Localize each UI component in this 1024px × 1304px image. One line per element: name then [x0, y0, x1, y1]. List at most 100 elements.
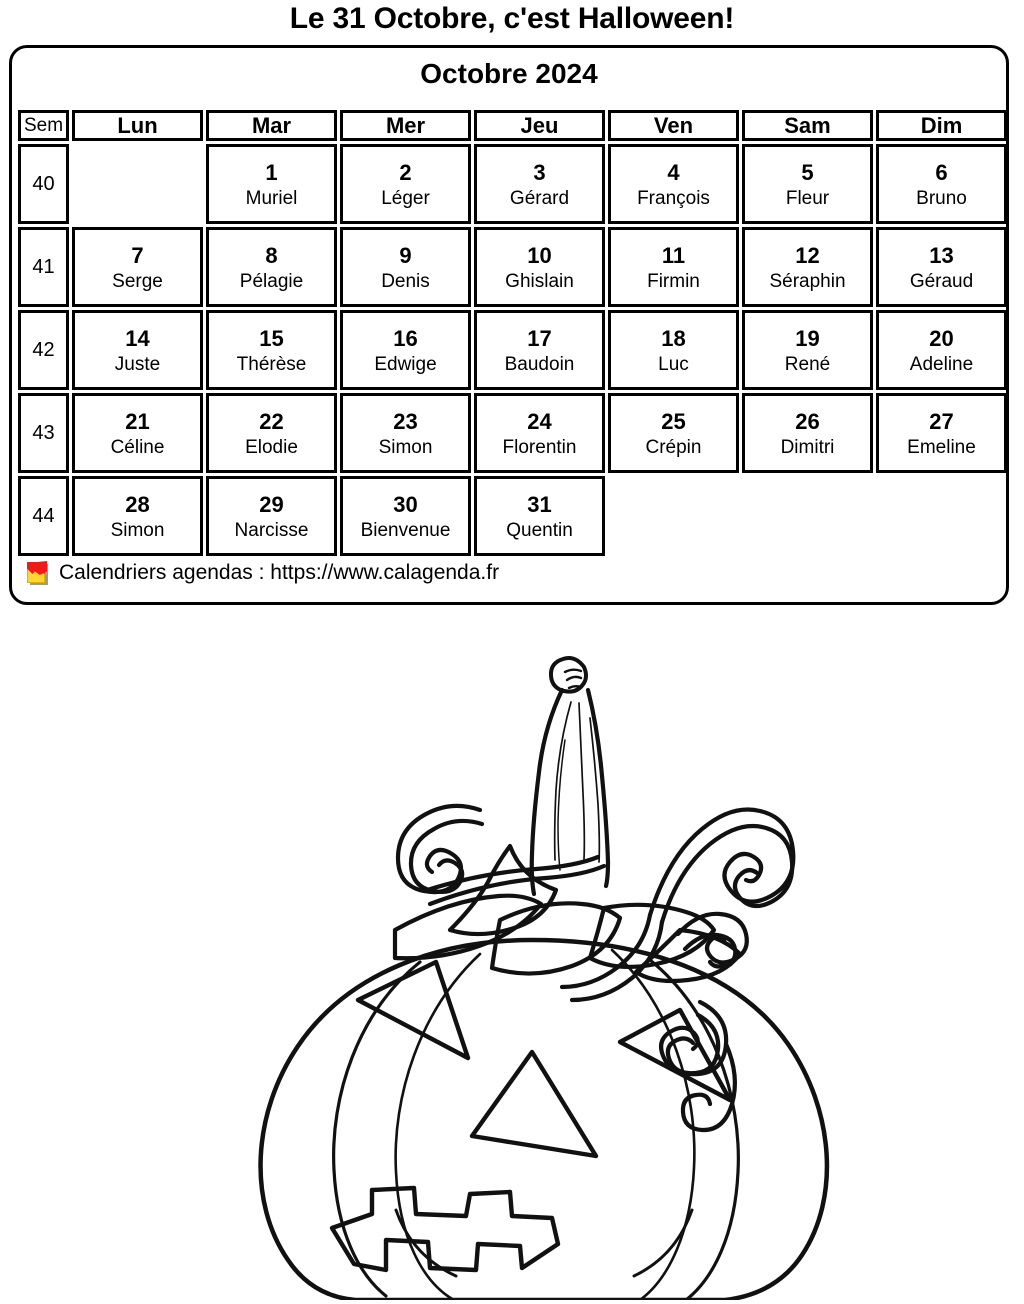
- day-number: 13: [929, 243, 954, 268]
- day-cell[interactable]: 1 Muriel: [206, 144, 337, 224]
- day-cell[interactable]: 12 Séraphin: [742, 227, 873, 307]
- day-header-label: Mar: [251, 112, 292, 138]
- day-number: 9: [399, 243, 412, 268]
- day-saint: Bienvenue: [360, 520, 451, 541]
- day-saint: Emeline: [907, 437, 976, 458]
- day-header-label: Mer: [385, 112, 426, 138]
- day-cell[interactable]: 11 Firmin: [608, 227, 739, 307]
- day-number: 4: [667, 160, 680, 185]
- day-number: 26: [795, 409, 820, 434]
- calendar-grid: Sem Lun Mar Mer Jeu Ven Sam Dim 40 1 Mur…: [18, 110, 1007, 559]
- day-number: 25: [661, 409, 686, 434]
- page-title: Le 31 Octobre, c'est Halloween!: [289, 2, 735, 35]
- day-cell[interactable]: 3 Gérard: [474, 144, 605, 224]
- day-saint: Céline: [110, 437, 165, 458]
- calendar-card: Octobre 2024 Sem Lun Mar Mer Jeu Ven Sam…: [9, 45, 1009, 605]
- day-header-ven: Ven: [608, 110, 739, 141]
- calendar-week-row: 40 1 Muriel 2 Léger 3 Gérard 4 François …: [18, 144, 1007, 224]
- day-cell[interactable]: 18 Luc: [608, 310, 739, 390]
- day-number: 5: [801, 160, 814, 185]
- day-cell[interactable]: 15 Thérèse: [206, 310, 337, 390]
- day-saint: Fleur: [785, 188, 830, 209]
- day-header-mer: Mer: [340, 110, 471, 141]
- day-cell[interactable]: 16 Edwige: [340, 310, 471, 390]
- day-cell[interactable]: 13 Géraud: [876, 227, 1007, 307]
- calendar-footer: Calendriers agendas : https://www.calage…: [26, 558, 499, 588]
- day-cell[interactable]: 14 Juste: [72, 310, 203, 390]
- day-header-sam: Sam: [742, 110, 873, 141]
- week-number-label: 41: [32, 256, 55, 278]
- day-saint: Gérard: [509, 188, 570, 209]
- day-header-jeu: Jeu: [474, 110, 605, 141]
- day-cell[interactable]: 17 Baudoin: [474, 310, 605, 390]
- halloween-pumpkin-illustration: [180, 610, 870, 1300]
- day-number: 28: [125, 492, 150, 517]
- day-number: 11: [661, 243, 686, 268]
- day-number: 12: [795, 243, 820, 268]
- day-cell[interactable]: 9 Denis: [340, 227, 471, 307]
- day-saint: Firmin: [647, 271, 700, 292]
- week-number-cell: 41: [18, 227, 69, 307]
- day-header-label: Lun: [117, 112, 158, 138]
- day-saint: Quentin: [506, 520, 573, 541]
- day-cell[interactable]: 30 Bienvenue: [340, 476, 471, 556]
- day-number: 3: [533, 160, 546, 185]
- day-saint: René: [784, 354, 831, 375]
- day-number: 22: [259, 409, 284, 434]
- day-cell[interactable]: 8 Pélagie: [206, 227, 337, 307]
- day-saint: Luc: [658, 354, 689, 375]
- day-cell[interactable]: 29 Narcisse: [206, 476, 337, 556]
- day-cell[interactable]: 25 Crépin: [608, 393, 739, 473]
- day-cell[interactable]: 26 Dimitri: [742, 393, 873, 473]
- day-header-dim: Dim: [876, 110, 1007, 141]
- week-number-cell: 40: [18, 144, 69, 224]
- day-saint: Juste: [114, 354, 161, 375]
- calendar-week-row: 44 28 Simon 29 Narcisse 30 Bienvenue 31 …: [18, 476, 1000, 556]
- day-cell[interactable]: 7 Serge: [72, 227, 203, 307]
- day-saint: Elodie: [245, 437, 298, 458]
- day-saint: Simon: [378, 437, 433, 458]
- day-cell[interactable]: 6 Bruno: [876, 144, 1007, 224]
- day-number: 29: [259, 492, 284, 517]
- day-saint: Crépin: [645, 437, 702, 458]
- week-number-cell: 42: [18, 310, 69, 390]
- day-cell[interactable]: 31 Quentin: [474, 476, 605, 556]
- day-cell[interactable]: 23 Simon: [340, 393, 471, 473]
- day-header-label: Dim: [920, 112, 963, 138]
- week-column-header: Sem: [18, 110, 69, 141]
- day-cell[interactable]: 28 Simon: [72, 476, 203, 556]
- day-number: 6: [935, 160, 948, 185]
- week-column-header-label: Sem: [23, 114, 64, 136]
- day-number: 14: [125, 326, 150, 351]
- day-saint: François: [637, 188, 710, 209]
- week-number-label: 42: [32, 339, 55, 361]
- day-cell[interactable]: 10 Ghislain: [474, 227, 605, 307]
- day-saint: Géraud: [909, 271, 974, 292]
- day-cell[interactable]: 4 François: [608, 144, 739, 224]
- week-number-cell: 44: [18, 476, 69, 556]
- day-cell[interactable]: 20 Adeline: [876, 310, 1007, 390]
- day-cell[interactable]: 24 Florentin: [474, 393, 605, 473]
- day-saint: Léger: [381, 188, 430, 209]
- day-header-lun: Lun: [72, 110, 203, 141]
- day-number: 20: [929, 326, 954, 351]
- day-saint: Pélagie: [239, 271, 304, 292]
- day-saint: Séraphin: [769, 271, 846, 292]
- day-number: 23: [393, 409, 418, 434]
- day-number: 18: [661, 326, 686, 351]
- day-saint: Florentin: [502, 437, 577, 458]
- calendar-week-row: 43 21 Céline 22 Elodie 23 Simon 24 Flore…: [18, 393, 1007, 473]
- day-saint: Ghislain: [505, 271, 574, 292]
- day-number: 1: [265, 160, 278, 185]
- day-cell[interactable]: 5 Fleur: [742, 144, 873, 224]
- day-number: 8: [265, 243, 278, 268]
- day-cell[interactable]: 19 René: [742, 310, 873, 390]
- calendar-header-row: Sem Lun Mar Mer Jeu Ven Sam Dim: [18, 110, 1007, 141]
- day-cell[interactable]: 22 Elodie: [206, 393, 337, 473]
- day-header-label: Ven: [653, 112, 694, 138]
- day-saint: Bruno: [916, 188, 967, 209]
- day-number: 16: [393, 326, 418, 351]
- day-cell[interactable]: 2 Léger: [340, 144, 471, 224]
- day-cell[interactable]: 21 Céline: [72, 393, 203, 473]
- day-cell[interactable]: 27 Emeline: [876, 393, 1007, 473]
